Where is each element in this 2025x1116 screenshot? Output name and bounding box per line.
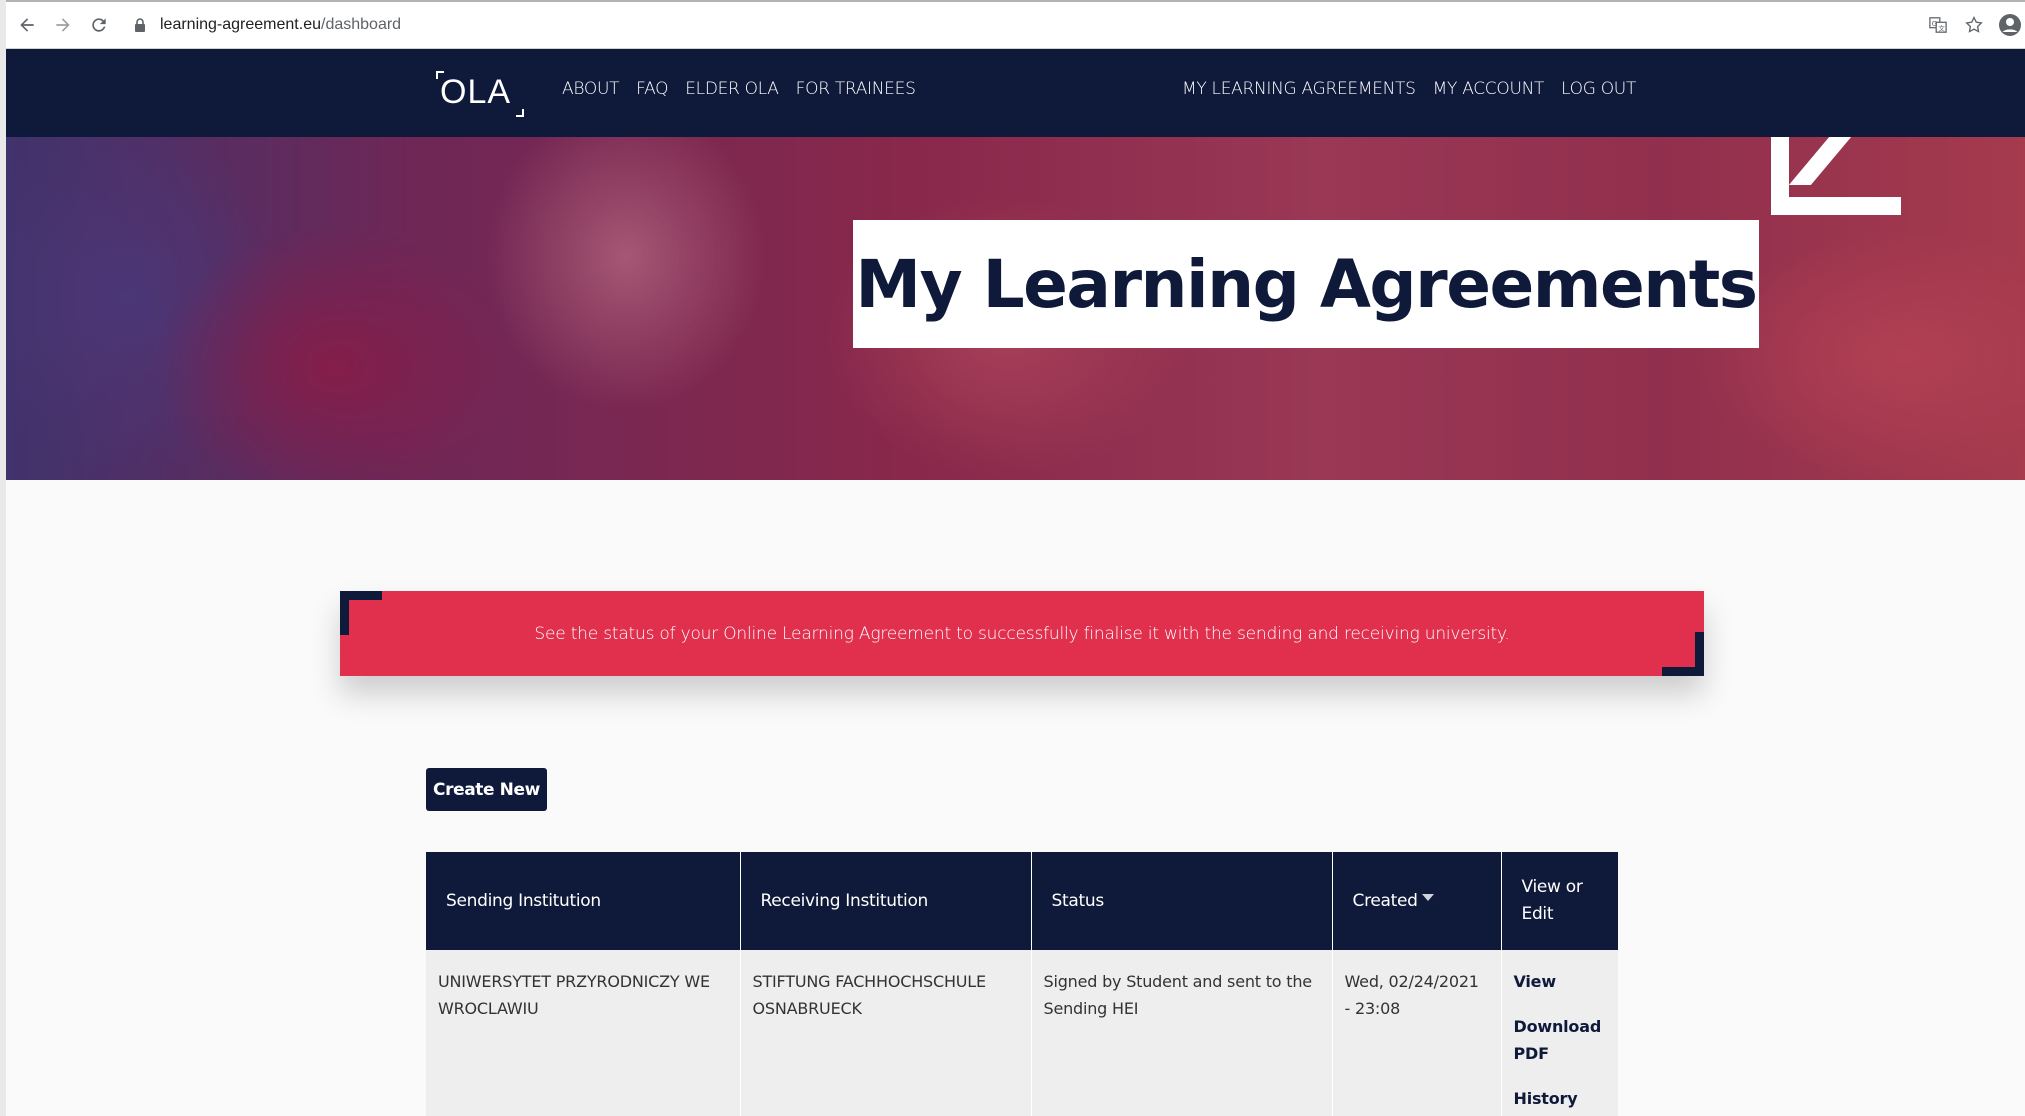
lock-icon: [135, 18, 145, 32]
address-bar[interactable]: learning-agreement.eu/dashboard: [132, 8, 401, 42]
nav-faq[interactable]: FAQ: [636, 79, 668, 99]
translate-icon[interactable]: G文: [1923, 10, 1953, 40]
hero-title-box: My Learning Agreements: [853, 220, 1759, 348]
main-nav-right: MY LEARNING AGREEMENTS MY ACCOUNT LOG OU…: [1182, 79, 1653, 99]
agreements-table: Sending Institution Receiving Institutio…: [426, 852, 1618, 1116]
cell-sending-institution: UNIWERSYTET PRZYRODNICZY WE WROCLAWIU: [426, 950, 741, 1116]
history-link[interactable]: History: [1514, 1085, 1607, 1112]
column-header-sending-institution[interactable]: Sending Institution: [426, 852, 741, 950]
column-header-status[interactable]: Status: [1031, 852, 1333, 950]
table-row: UNIWERSYTET PRZYRODNICZY WE WROCLAWIU ST…: [426, 950, 1618, 1116]
url-text: learning-agreement.eu/dashboard: [160, 16, 402, 33]
column-header-receiving-institution[interactable]: Receiving Institution: [740, 852, 1032, 950]
back-icon[interactable]: [12, 10, 42, 40]
info-banner: See the status of your Online Learning A…: [340, 591, 1704, 676]
cell-created: Wed, 02/24/2021 - 23:08: [1332, 950, 1502, 1116]
reload-icon[interactable]: [84, 10, 114, 40]
view-link[interactable]: View: [1514, 968, 1607, 995]
nav-my-account[interactable]: MY ACCOUNT: [1433, 79, 1545, 99]
download-pdf-link[interactable]: Download PDF: [1514, 1013, 1607, 1067]
cell-actions: View Download PDF History: [1501, 950, 1618, 1116]
create-new-button[interactable]: Create New: [426, 768, 547, 811]
ola-logo[interactable]: OLA: [434, 67, 526, 117]
info-banner-text: See the status of your Online Learning A…: [534, 623, 1510, 644]
profile-avatar-icon[interactable]: [1995, 10, 2025, 40]
site-header: OLA ABOUT FAQ ELDER OLA FOR TRAINEES MY …: [6, 49, 2025, 137]
forward-icon[interactable]: [48, 10, 78, 40]
svg-text:文: 文: [1938, 23, 1945, 32]
hero-banner-image: My Learning Agreements: [6, 137, 2025, 480]
column-header-created[interactable]: Created: [1332, 852, 1502, 950]
bookmark-star-icon[interactable]: [1959, 10, 1989, 40]
browser-toolbar: learning-agreement.eu/dashboard G文: [6, 0, 2025, 49]
sort-desc-icon: [1421, 894, 1434, 901]
nav-for-trainees[interactable]: FOR TRAINEES: [796, 79, 916, 99]
nav-elder-ola[interactable]: ELDER OLA: [685, 79, 779, 99]
column-header-view-or-edit: View or Edit: [1501, 852, 1618, 950]
cell-status: Signed by Student and sent to the Sendin…: [1031, 950, 1333, 1116]
nav-about[interactable]: ABOUT: [562, 79, 619, 99]
page-title: My Learning Agreements: [855, 245, 1758, 323]
nav-my-learning-agreements[interactable]: MY LEARNING AGREEMENTS: [1182, 79, 1416, 99]
decorative-corner-icon: [1771, 137, 1901, 215]
nav-log-out[interactable]: LOG OUT: [1561, 79, 1636, 99]
main-content: See the status of your Online Learning A…: [6, 480, 2025, 1116]
main-nav-left: ABOUT FAQ ELDER OLA FOR TRAINEES: [562, 79, 933, 99]
cell-receiving-institution: STIFTUNG FACHHOCHSCHULE OSNABRUECK: [740, 950, 1032, 1116]
svg-text:G: G: [1932, 19, 1938, 28]
